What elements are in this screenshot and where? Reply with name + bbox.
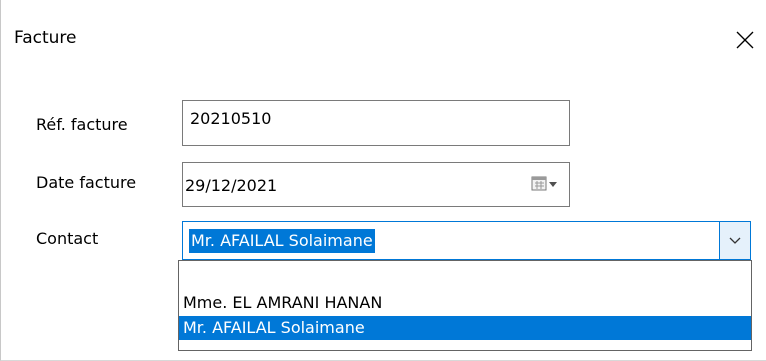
list-item-empty[interactable] — [179, 264, 751, 288]
close-icon — [736, 31, 754, 49]
ref-facture-label: Réf. facture — [36, 115, 128, 134]
list-item-afailal-selected[interactable]: Mr. AFAILAL Solaimane — [179, 316, 751, 340]
date-facture-input[interactable]: 29/12/2021 — [182, 162, 570, 207]
chevron-down-icon — [729, 237, 741, 244]
contact-label: Contact — [36, 229, 99, 248]
list-item-el-amrani[interactable]: Mme. EL AMRANI HANAN — [179, 291, 751, 315]
contact-dropdown-list: Mme. EL AMRANI HANAN Mr. AFAILAL Solaima… — [178, 260, 752, 351]
facture-dialog: Facture Réf. facture 20210510 Date factu… — [0, 0, 766, 361]
close-button[interactable] — [724, 20, 766, 60]
contact-dropdown-button[interactable] — [719, 222, 750, 259]
calendar-dropdown-icon[interactable] — [531, 176, 559, 192]
title-bar: Facture — [1, 0, 766, 60]
contact-combobox[interactable]: Mr. AFAILAL Solaimane — [182, 221, 751, 260]
date-facture-label: Date facture — [36, 173, 137, 192]
ref-facture-value: 20210510 — [190, 109, 272, 128]
date-facture-value: 29/12/2021 — [185, 176, 278, 195]
ref-facture-input[interactable]: 20210510 — [182, 100, 570, 146]
contact-selected-value: Mr. AFAILAL Solaimane — [189, 229, 375, 253]
window-title: Facture — [14, 28, 77, 48]
